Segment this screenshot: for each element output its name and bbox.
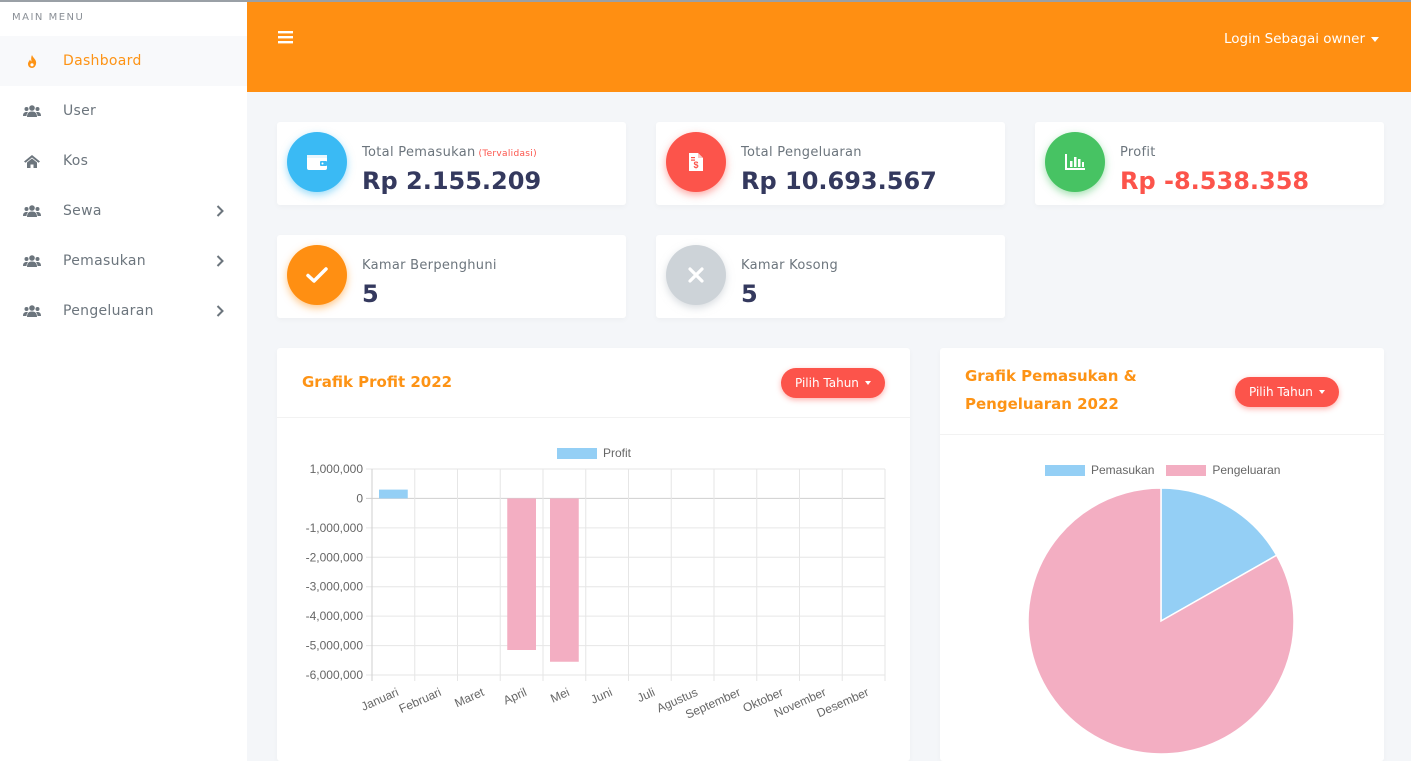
stat-title: Total Pengeluaran <box>741 145 862 160</box>
times-icon <box>666 245 726 305</box>
x-tick-label: April <box>501 685 529 708</box>
y-tick-label: -6,000,000 <box>306 668 364 682</box>
sidebar-menu-header: MAIN MENU <box>12 12 85 23</box>
chevron-right-icon <box>213 304 227 318</box>
home-icon <box>22 154 42 168</box>
sidebar-item-label: Pengeluaran <box>63 303 154 319</box>
y-tick-label: 0 <box>356 491 363 505</box>
stat-value: Rp 2.155.209 <box>362 167 542 195</box>
sidebar-item-label: Sewa <box>63 203 102 219</box>
stat-card-kamar-kosong: Kamar Kosong 5 <box>656 235 1005 318</box>
svg-text:$: $ <box>693 160 698 170</box>
bar-chart-icon <box>1045 132 1105 192</box>
chevron-right-icon <box>213 204 227 218</box>
bar-mei[interactable] <box>550 498 579 662</box>
hamburger-icon[interactable] <box>277 28 295 46</box>
stat-title: Total Pemasukan (Tervalidasi) <box>362 145 537 160</box>
wallet-icon <box>287 132 347 192</box>
validated-note: (Tervalidasi) <box>478 149 537 159</box>
y-tick-label: -4,000,000 <box>306 609 364 623</box>
stat-card-profit: Profit Rp -8.538.358 <box>1035 122 1384 205</box>
sidebar-item-label: User <box>63 103 97 119</box>
y-tick-label: -2,000,000 <box>306 550 364 564</box>
stat-title: Profit <box>1120 145 1156 160</box>
chevron-right-icon <box>213 254 227 268</box>
pie-chart-card: Grafik Pemasukan & Pengeluaran 2022 Pili… <box>940 348 1384 761</box>
stat-title: Kamar Berpenghuni <box>362 258 497 273</box>
sidebar-item-sewa[interactable]: Sewa <box>0 186 247 236</box>
stat-value: 5 <box>362 280 379 308</box>
user-dropdown[interactable]: Login Sebagai owner <box>1224 31 1379 47</box>
fire-icon <box>22 54 42 68</box>
sidebar-item-pemasukan[interactable]: Pemasukan <box>0 236 247 286</box>
x-tick-label: Maret <box>452 685 486 711</box>
top-navbar: Login Sebagai owner <box>247 0 1411 92</box>
y-tick-label: -1,000,000 <box>306 521 364 535</box>
invoice-icon: $ <box>666 132 726 192</box>
check-icon <box>287 245 347 305</box>
y-tick-label: 1,000,000 <box>310 462 364 476</box>
bar-januari[interactable] <box>379 489 408 499</box>
stat-card-kamar-berpenghuni: Kamar Berpenghuni 5 <box>277 235 626 318</box>
sidebar-item-user[interactable]: User <box>0 86 247 136</box>
stat-card-total-pengeluaran: $ Total Pengeluaran Rp 10.693.567 <box>656 122 1005 205</box>
sidebar-item-label: Pemasukan <box>63 253 146 269</box>
sidebar-item-pengeluaran[interactable]: Pengeluaran <box>0 286 247 336</box>
sidebar: MAIN MENU Dashboard User Kos Sewa Pemasu… <box>0 0 247 761</box>
users-icon <box>22 204 42 218</box>
sidebar-item-dashboard[interactable]: Dashboard <box>0 36 247 86</box>
user-dropdown-label: Login Sebagai owner <box>1223 31 1365 47</box>
users-icon <box>22 304 42 318</box>
y-tick-label: -5,000,000 <box>306 639 364 653</box>
profit-chart-card: Grafik Profit 2022 Pilih Tahun Profit 1,… <box>277 348 910 761</box>
x-tick-label: Mei <box>548 685 571 706</box>
users-icon <box>22 254 42 268</box>
sidebar-item-label: Kos <box>63 153 89 169</box>
x-tick-label: Juni <box>589 685 615 707</box>
stat-value: 5 <box>741 280 758 308</box>
caret-down-icon <box>1371 36 1379 42</box>
users-icon <box>22 104 42 118</box>
y-tick-label: -3,000,000 <box>306 580 364 594</box>
stat-title: Kamar Kosong <box>741 258 839 273</box>
pie-chart <box>1027 487 1295 755</box>
bar-april[interactable] <box>507 498 536 650</box>
stat-card-total-pemasukan: Total Pemasukan (Tervalidasi) Rp 2.155.20… <box>277 122 626 205</box>
stat-value: Rp 10.693.567 <box>741 167 937 195</box>
x-tick-label: Januari <box>359 685 401 714</box>
x-tick-label: Februari <box>397 685 444 716</box>
profit-bar-chart: 1,000,000 0 -1,000,000 -2,000,000 -3,000,000… <box>306 462 886 722</box>
sidebar-item-label: Dashboard <box>63 53 142 69</box>
stat-value: Rp -8.538.358 <box>1120 167 1310 195</box>
sidebar-item-kos[interactable]: Kos <box>0 136 247 186</box>
